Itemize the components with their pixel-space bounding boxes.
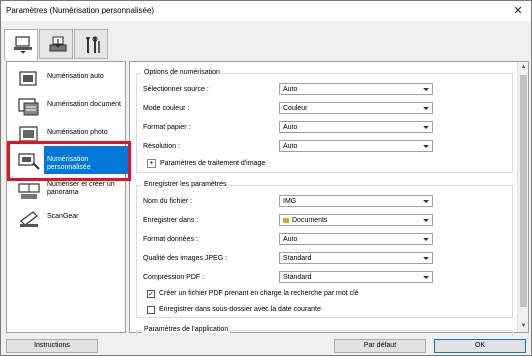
save-in-select[interactable]: Documents [279, 214, 433, 226]
app-settings-title: Paramètres de l'application [142, 326, 231, 333]
default-button[interactable]: Par défaut [334, 339, 426, 353]
scan-from-panel-icon [49, 36, 67, 52]
scan-mode-list: Numérisation auto Numérisation document … [6, 61, 132, 333]
save-settings-title: Enregistrer les paramètres [142, 181, 229, 188]
title-bar: Paramètres (Numérisation personnalisée) … [1, 1, 531, 21]
jpeg-quality-select[interactable]: Standard [279, 252, 433, 264]
scangear-icon [20, 211, 38, 227]
instructions-button[interactable]: Instructions [6, 339, 98, 353]
resolution-label: Résolution : [143, 143, 180, 150]
save-settings-group: Enregistrer les paramètres Nom du fichie… [136, 181, 513, 318]
sidebar-item-label: Numérisation auto [47, 73, 104, 80]
settings-dialog: Paramètres (Numérisation personnalisée) … [0, 0, 532, 356]
document-scan-icon [18, 98, 39, 116]
filename-value: IMG [283, 198, 297, 205]
sidebar-item-auto-scan[interactable]: Numérisation auto [7, 64, 125, 94]
scan-options-group: Options de numérisation Sélectionner sou… [136, 69, 513, 173]
resolution-select[interactable]: Auto [279, 140, 433, 152]
source-label: Sélectionner source : [143, 86, 209, 93]
scan-from-computer-icon [14, 36, 32, 54]
subfolder-checkbox[interactable] [147, 306, 155, 314]
scroll-thumb[interactable] [520, 75, 527, 307]
jpeg-quality-label: Qualité des images JPEG : [143, 255, 228, 262]
folder-icon [283, 218, 289, 223]
save-in-label: Enregistrer dans : [143, 217, 199, 224]
chevron-down-icon [423, 276, 429, 279]
filename-select[interactable]: IMG [279, 195, 433, 207]
scroll-down-icon[interactable]: ▼ [519, 322, 528, 331]
auto-scan-icon [19, 71, 37, 86]
data-format-value: Auto [283, 236, 298, 243]
color-mode-value: Couleur [283, 105, 308, 112]
paper-size-value: Auto [283, 124, 298, 131]
scan-options-title: Options de numérisation [142, 69, 222, 76]
source-select[interactable]: Auto [279, 83, 433, 95]
panorama-icon [18, 183, 40, 199]
color-mode-label: Mode couleur : [143, 105, 190, 112]
subfolder-label: Enregistrer dans sous-dossier avec la da… [159, 306, 321, 313]
sidebar-item-label: ScanGear [47, 213, 79, 220]
image-processing-label[interactable]: Paramètres de traitement d'image [160, 160, 265, 167]
color-mode-select[interactable]: Couleur [279, 102, 433, 114]
keyword-pdf-checkbox[interactable]: ✓ [147, 290, 155, 298]
ok-button[interactable]: OK [434, 339, 526, 353]
chevron-down-icon [423, 257, 429, 260]
chevron-down-icon [423, 200, 429, 203]
data-format-label: Format données : [143, 236, 198, 243]
keyword-pdf-label: Créer un fichier PDF prenant en charge l… [159, 290, 359, 297]
pdf-compression-select[interactable]: Standard [279, 271, 433, 283]
jpeg-quality-value: Standard [283, 255, 312, 262]
window-title: Paramètres (Numérisation personnalisée) [6, 6, 155, 15]
sidebar-item-label: Numérisation document [47, 101, 121, 108]
chevron-down-icon [423, 107, 429, 110]
sidebar-item-document-scan[interactable]: Numérisation document [7, 92, 125, 122]
scroll-up-icon[interactable]: ▲ [519, 63, 528, 72]
chevron-down-icon [423, 88, 429, 91]
highlight-frame [7, 141, 131, 181]
save-in-value: Documents [292, 217, 328, 224]
source-value: Auto [283, 86, 298, 93]
expand-processing-button[interactable]: + [147, 159, 156, 168]
resolution-value: Auto [283, 143, 298, 150]
data-format-select[interactable]: Auto [279, 233, 433, 245]
chevron-down-icon [423, 145, 429, 148]
vertical-scrollbar[interactable]: ▲ ▼ [517, 62, 528, 332]
tab-scan-from-panel[interactable] [39, 29, 73, 59]
settings-panel: Options de numérisation Sélectionner sou… [129, 61, 529, 336]
sidebar-item-label: Numériser et créer un panorama [47, 181, 115, 196]
sidebar-item-label: Numérisation photo [47, 129, 108, 136]
tab-scan-from-computer[interactable] [4, 29, 38, 60]
paper-size-select[interactable]: Auto [279, 121, 433, 133]
general-settings-icon [86, 36, 100, 53]
chevron-down-icon [423, 126, 429, 129]
pdf-compression-label: Compression PDF : [143, 274, 205, 281]
paper-size-label: Format papier : [143, 124, 191, 131]
sidebar-item-scangear[interactable]: ScanGear [7, 204, 125, 234]
pdf-compression-value: Standard [283, 274, 312, 281]
chevron-down-icon [423, 238, 429, 241]
tab-general-settings[interactable] [74, 29, 108, 59]
app-settings-group: Paramètres de l'application [136, 326, 513, 336]
chevron-down-icon [423, 219, 429, 222]
filename-label: Nom du fichier : [143, 198, 193, 205]
close-button[interactable]: ✕ [511, 4, 525, 18]
